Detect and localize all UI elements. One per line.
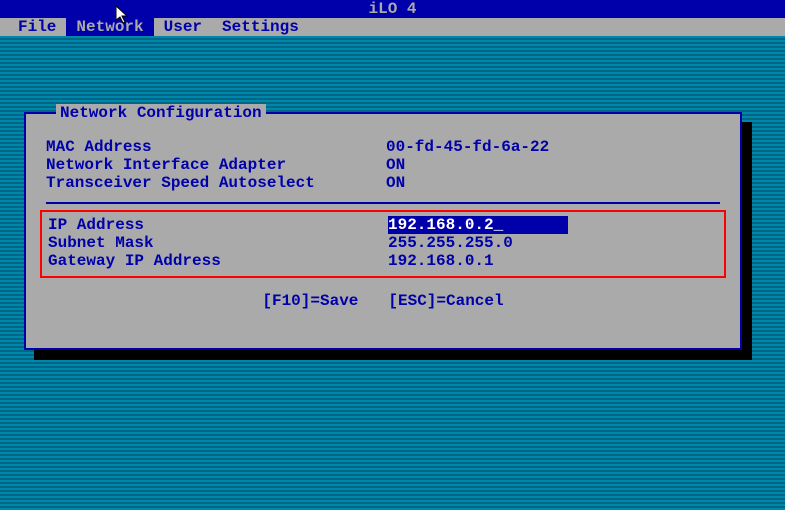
ip-settings-highlight: IP Address 192.168.0.2 Subnet Mask 255.2… (40, 210, 726, 278)
nic-value[interactable]: ON (386, 156, 720, 174)
dialog-title: Network Configuration (56, 104, 266, 122)
ip-address-label: IP Address (48, 216, 388, 234)
network-config-dialog: Network Configuration MAC Address 00-fd-… (24, 112, 742, 350)
menu-user[interactable]: User (154, 18, 212, 36)
subnet-value[interactable]: 255.255.255.0 (388, 234, 718, 252)
menu-bar: File Network User Settings (0, 18, 785, 36)
ip-address-field[interactable]: 192.168.0.2 (388, 216, 718, 234)
title-bar: iLO 4 (0, 0, 785, 18)
menu-file[interactable]: File (8, 18, 66, 36)
menu-settings[interactable]: Settings (212, 18, 309, 36)
gateway-row: Gateway IP Address 192.168.0.1 (42, 252, 724, 270)
ip-address-row: IP Address 192.168.0.2 (42, 216, 724, 234)
mac-address-value: 00-fd-45-fd-6a-22 (386, 138, 720, 156)
ip-address-input[interactable]: 192.168.0.2 (388, 216, 568, 234)
mac-address-row: MAC Address 00-fd-45-fd-6a-22 (46, 138, 720, 156)
mac-address-label: MAC Address (46, 138, 386, 156)
save-hint[interactable]: [F10]=Save (262, 292, 358, 310)
menu-network[interactable]: Network (66, 18, 153, 36)
subnet-label: Subnet Mask (48, 234, 388, 252)
app-title: iLO 4 (368, 0, 416, 18)
speed-row: Transceiver Speed Autoselect ON (46, 174, 720, 192)
speed-label: Transceiver Speed Autoselect (46, 174, 386, 192)
subnet-row: Subnet Mask 255.255.255.0 (42, 234, 724, 252)
nic-label: Network Interface Adapter (46, 156, 386, 174)
gateway-label: Gateway IP Address (48, 252, 388, 270)
nic-row: Network Interface Adapter ON (46, 156, 720, 174)
dialog-footer: [F10]=Save [ESC]=Cancel (46, 292, 720, 310)
speed-value[interactable]: ON (386, 174, 720, 192)
cancel-hint[interactable]: [ESC]=Cancel (388, 292, 503, 310)
divider (46, 202, 720, 204)
gateway-value[interactable]: 192.168.0.1 (388, 252, 718, 270)
dialog-content: MAC Address 00-fd-45-fd-6a-22 Network In… (26, 114, 740, 320)
